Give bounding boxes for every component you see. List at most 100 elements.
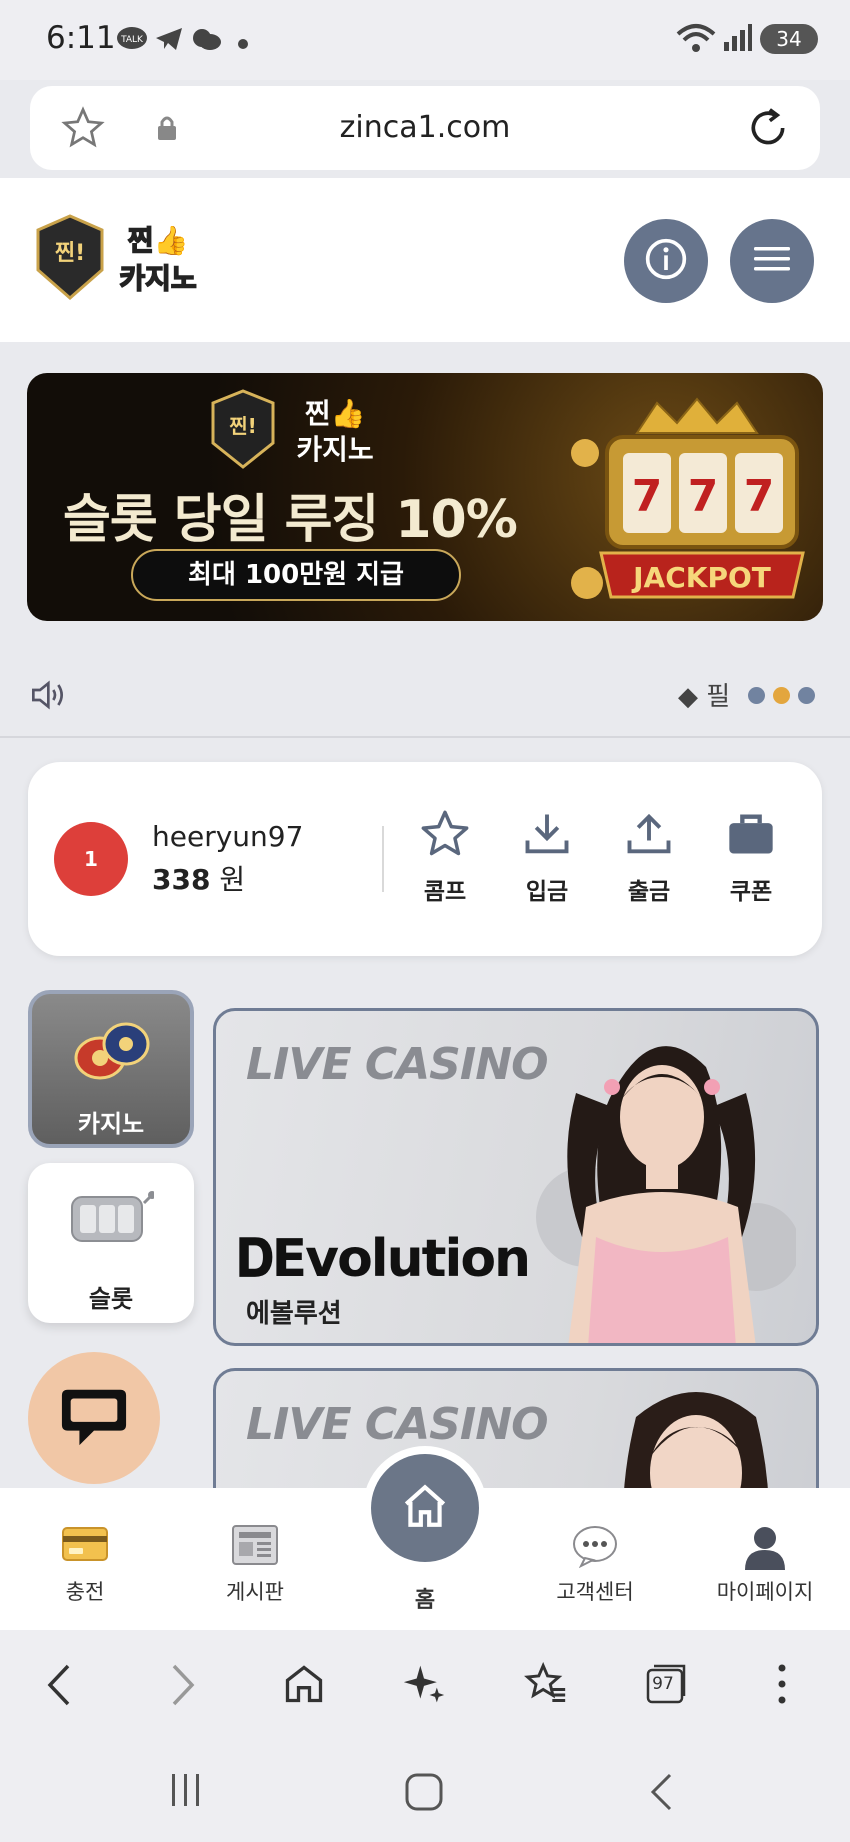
home-icon[interactable] xyxy=(282,1662,326,1710)
divider xyxy=(382,826,384,892)
svg-text:TALK: TALK xyxy=(120,35,144,45)
coupon-label: 쿠폰 xyxy=(729,879,773,905)
weather-icon xyxy=(190,26,222,56)
upload-icon xyxy=(623,813,675,864)
svg-text:찐👍: 찐👍 xyxy=(305,397,366,430)
info-icon xyxy=(644,237,688,285)
star-icon xyxy=(418,810,472,864)
deposit-label: 입금 xyxy=(525,879,569,905)
home-icon xyxy=(399,1481,451,1535)
nav-mypage-label: 마이페이지 xyxy=(716,1580,814,1604)
category-casino-label: 카지노 xyxy=(77,1110,145,1138)
forward-icon[interactable] xyxy=(168,1662,198,1712)
banner-headline: 슬롯 당일 루징 10% xyxy=(63,490,518,550)
back-icon[interactable] xyxy=(44,1662,74,1712)
recent-apps-icon[interactable] xyxy=(168,1772,204,1812)
newspaper-icon xyxy=(170,1524,340,1570)
banner-subtext: 최대 100만원 지급 xyxy=(131,549,461,601)
ticker-row: ◆ 필 xyxy=(0,660,850,730)
battery-indicator: 34 xyxy=(760,24,818,54)
more-options-icon[interactable] xyxy=(776,1662,788,1710)
casino-chips-icon xyxy=(70,1012,154,1092)
promo-banner[interactable]: 찐! 찐👍 카지노 슬롯 당일 루징 10% 최대 100만원 지급 7 7 7… xyxy=(27,373,823,621)
category-casino[interactable]: 카지노 xyxy=(28,990,194,1148)
system-nav xyxy=(0,1742,850,1842)
briefcase-icon xyxy=(725,814,777,864)
bookmarks-icon[interactable] xyxy=(522,1661,568,1710)
nav-mypage[interactable]: 마이페이지 xyxy=(680,1488,850,1606)
user-card: 1 heeryun97 338 원 콤프 입금 출금 쿠폰 xyxy=(28,762,822,956)
balance-amount: 338 xyxy=(152,863,211,896)
username: heeryun97 xyxy=(152,820,304,853)
address-bar[interactable]: zinca1.com xyxy=(30,86,820,170)
coupon-button[interactable]: 쿠폰 xyxy=(706,808,796,906)
game-tile-title: LIVE CASINO xyxy=(246,1399,548,1450)
svg-text:카지노: 카지노 xyxy=(119,262,196,295)
category-slot-label: 슬롯 xyxy=(88,1285,134,1313)
nav-charge-label: 충전 xyxy=(65,1580,105,1604)
level-badge: 1 xyxy=(54,822,128,896)
svg-text:7: 7 xyxy=(744,471,775,522)
withdraw-label: 출금 xyxy=(627,879,671,905)
svg-text:카지노: 카지노 xyxy=(296,433,373,466)
info-button[interactable] xyxy=(624,219,708,303)
download-icon xyxy=(521,814,573,864)
pagination-dot[interactable] xyxy=(798,687,815,704)
reload-icon[interactable] xyxy=(746,106,790,154)
provider-name: 𝐃Evolution xyxy=(236,1229,531,1289)
nav-home-label: 홈 xyxy=(414,1588,436,1613)
banner-pagination[interactable] xyxy=(748,687,815,704)
signal-icon xyxy=(722,22,752,56)
pagination-dot-active[interactable] xyxy=(773,687,790,704)
nav-board-label: 게시판 xyxy=(226,1580,284,1604)
chat-bubble-icon xyxy=(59,1383,129,1453)
menu-button[interactable] xyxy=(730,219,814,303)
balance-currency: 원 xyxy=(219,863,246,896)
svg-text:찐!: 찐! xyxy=(229,414,257,438)
chat-button[interactable] xyxy=(28,1352,160,1484)
status-bar: 6:11 TALK 34 xyxy=(0,0,850,80)
tab-count: 97 xyxy=(652,1674,674,1694)
slot-machine-image: 7 7 7 JACKPOT xyxy=(567,393,817,613)
svg-text:7: 7 xyxy=(632,471,663,522)
evolution-logo-icon: 𝐃 xyxy=(236,1229,274,1289)
divider xyxy=(0,736,850,738)
banner-logo: 찐! 찐👍 카지노 xyxy=(203,383,403,471)
comp-label: 콤프 xyxy=(423,879,467,905)
speaker-icon[interactable] xyxy=(30,678,70,716)
nav-support-label: 고객센터 xyxy=(556,1580,634,1604)
jackpot-text: JACKPOT xyxy=(631,561,771,594)
status-time: 6:11 xyxy=(46,20,116,56)
provider-name-kr: 에볼루션 xyxy=(246,1299,342,1329)
comp-button[interactable]: 콤프 xyxy=(400,808,490,906)
withdraw-button[interactable]: 출금 xyxy=(604,808,694,906)
category-slot[interactable]: 슬롯 xyxy=(28,1163,194,1323)
svg-text:찐!: 찐! xyxy=(55,241,85,266)
game-tile-title: LIVE CASINO xyxy=(246,1039,548,1090)
nav-charge[interactable]: 충전 xyxy=(0,1488,170,1606)
notification-dot-icon xyxy=(238,34,248,53)
user-icon xyxy=(680,1524,850,1570)
browser-toolbar: 97 xyxy=(0,1630,850,1742)
ticker-text: ◆ 필 xyxy=(678,682,731,712)
wifi-icon xyxy=(676,22,716,58)
hamburger-icon xyxy=(752,243,792,279)
sparkle-icon[interactable] xyxy=(402,1662,446,1710)
tabs-icon[interactable]: 97 xyxy=(644,1662,688,1710)
svg-text:7: 7 xyxy=(688,471,719,522)
dealer-image xyxy=(516,1017,800,1343)
site-logo[interactable]: 찐! 찐👍 카지노 xyxy=(34,210,214,306)
home-nav-icon[interactable] xyxy=(404,1772,444,1816)
deposit-button[interactable]: 입금 xyxy=(502,808,592,906)
svg-text:찐👍: 찐👍 xyxy=(128,224,189,257)
game-tile-evolution[interactable]: LIVE CASINO 𝐃Evolution 에볼루션 xyxy=(213,1008,819,1346)
telegram-icon xyxy=(154,26,184,56)
nav-board[interactable]: 게시판 xyxy=(170,1488,340,1606)
slot-reel-icon xyxy=(68,1189,156,1253)
pagination-dot[interactable] xyxy=(748,687,765,704)
nav-support[interactable]: 고객센터 xyxy=(510,1488,680,1606)
nav-home-button[interactable] xyxy=(363,1446,487,1570)
speech-bubble-icon xyxy=(510,1524,680,1570)
url-text[interactable]: zinca1.com xyxy=(30,110,820,145)
back-nav-icon[interactable] xyxy=(648,1772,674,1816)
